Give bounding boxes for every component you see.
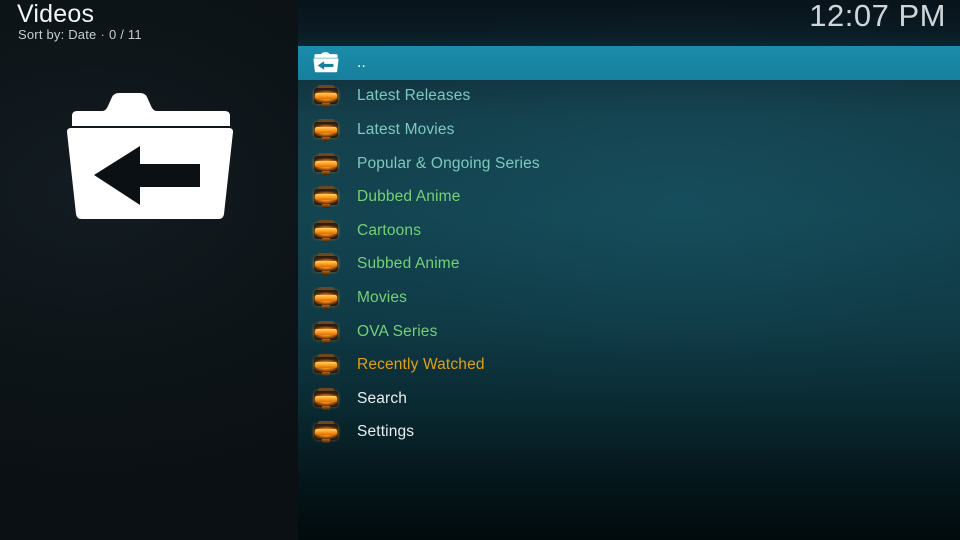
- addon-badge-icon: [313, 320, 339, 343]
- addon-badge-icon: [313, 253, 339, 276]
- addon-badge-icon: [309, 352, 343, 378]
- addon-badge-icon: [309, 83, 343, 109]
- list-item[interactable]: ..: [298, 46, 960, 80]
- addon-badge-icon: [313, 186, 339, 209]
- addon-badge-icon: [313, 219, 339, 242]
- addon-badge-icon: [309, 285, 343, 311]
- addon-badge-icon: [313, 421, 339, 444]
- list-item-label: Settings: [357, 423, 415, 441]
- list-item[interactable]: Latest Releases: [298, 80, 960, 114]
- addon-badge-icon: [313, 286, 339, 309]
- left-panel-background: [0, 0, 298, 540]
- addon-badge-icon: [309, 319, 343, 345]
- list-item-label: OVA Series: [357, 322, 438, 340]
- addon-badge-icon: [309, 419, 343, 445]
- list-item-label: Popular & Ongoing Series: [357, 154, 540, 172]
- preview-folder-back-icon: [62, 92, 238, 222]
- list-item[interactable]: Settings: [298, 416, 960, 450]
- addon-badge-icon: [309, 218, 343, 244]
- list-item-label: Search: [357, 389, 408, 407]
- list-item[interactable]: Movies: [298, 281, 960, 315]
- addon-badge-icon: [313, 152, 339, 175]
- list-item-label: Latest Movies: [357, 120, 455, 138]
- sort-label: Sort by: Date: [18, 27, 97, 42]
- header-bar: Videos Sort by: Date · 0 / 11 12:07 PM: [0, 0, 960, 44]
- list-item-label: Subbed Anime: [357, 255, 460, 273]
- addon-badge-icon: [309, 151, 343, 177]
- list-item-label: Latest Releases: [357, 87, 471, 105]
- video-source-list[interactable]: .. Latest Releases Latest Movies Popular & …: [298, 46, 960, 449]
- addon-badge-icon: [313, 354, 339, 377]
- list-item[interactable]: Subbed Anime: [298, 248, 960, 282]
- item-count: 0 / 11: [109, 27, 142, 42]
- list-item[interactable]: Recently Watched: [298, 348, 960, 382]
- subtitle-separator: ·: [100, 27, 105, 42]
- list-item-label: ..: [357, 53, 366, 71]
- list-item[interactable]: Search: [298, 382, 960, 416]
- page-title: Videos: [17, 0, 95, 28]
- list-item[interactable]: OVA Series: [298, 315, 960, 349]
- folder-back-icon: [309, 50, 343, 76]
- addon-badge-icon: [313, 118, 339, 141]
- list-item-label: Cartoons: [357, 221, 422, 239]
- kodi-videos-screen: Videos Sort by: Date · 0 / 11 12:07 PM .. L…: [0, 0, 960, 540]
- addon-badge-icon: [309, 117, 343, 143]
- list-item[interactable]: Latest Movies: [298, 113, 960, 147]
- addon-badge-icon: [309, 184, 343, 210]
- list-item-label: Recently Watched: [357, 356, 485, 374]
- list-item[interactable]: Popular & Ongoing Series: [298, 147, 960, 181]
- list-item-label: Dubbed Anime: [357, 188, 461, 206]
- list-item[interactable]: Dubbed Anime: [298, 180, 960, 214]
- addon-badge-icon: [309, 251, 343, 277]
- header-subtitle: Sort by: Date · 0 / 11: [18, 27, 142, 42]
- clock: 12:07 PM: [809, 0, 946, 33]
- addon-badge-icon: [309, 386, 343, 412]
- addon-badge-icon: [313, 85, 339, 108]
- addon-badge-icon: [313, 387, 339, 410]
- list-item[interactable]: Cartoons: [298, 214, 960, 248]
- list-item-label: Movies: [357, 288, 407, 306]
